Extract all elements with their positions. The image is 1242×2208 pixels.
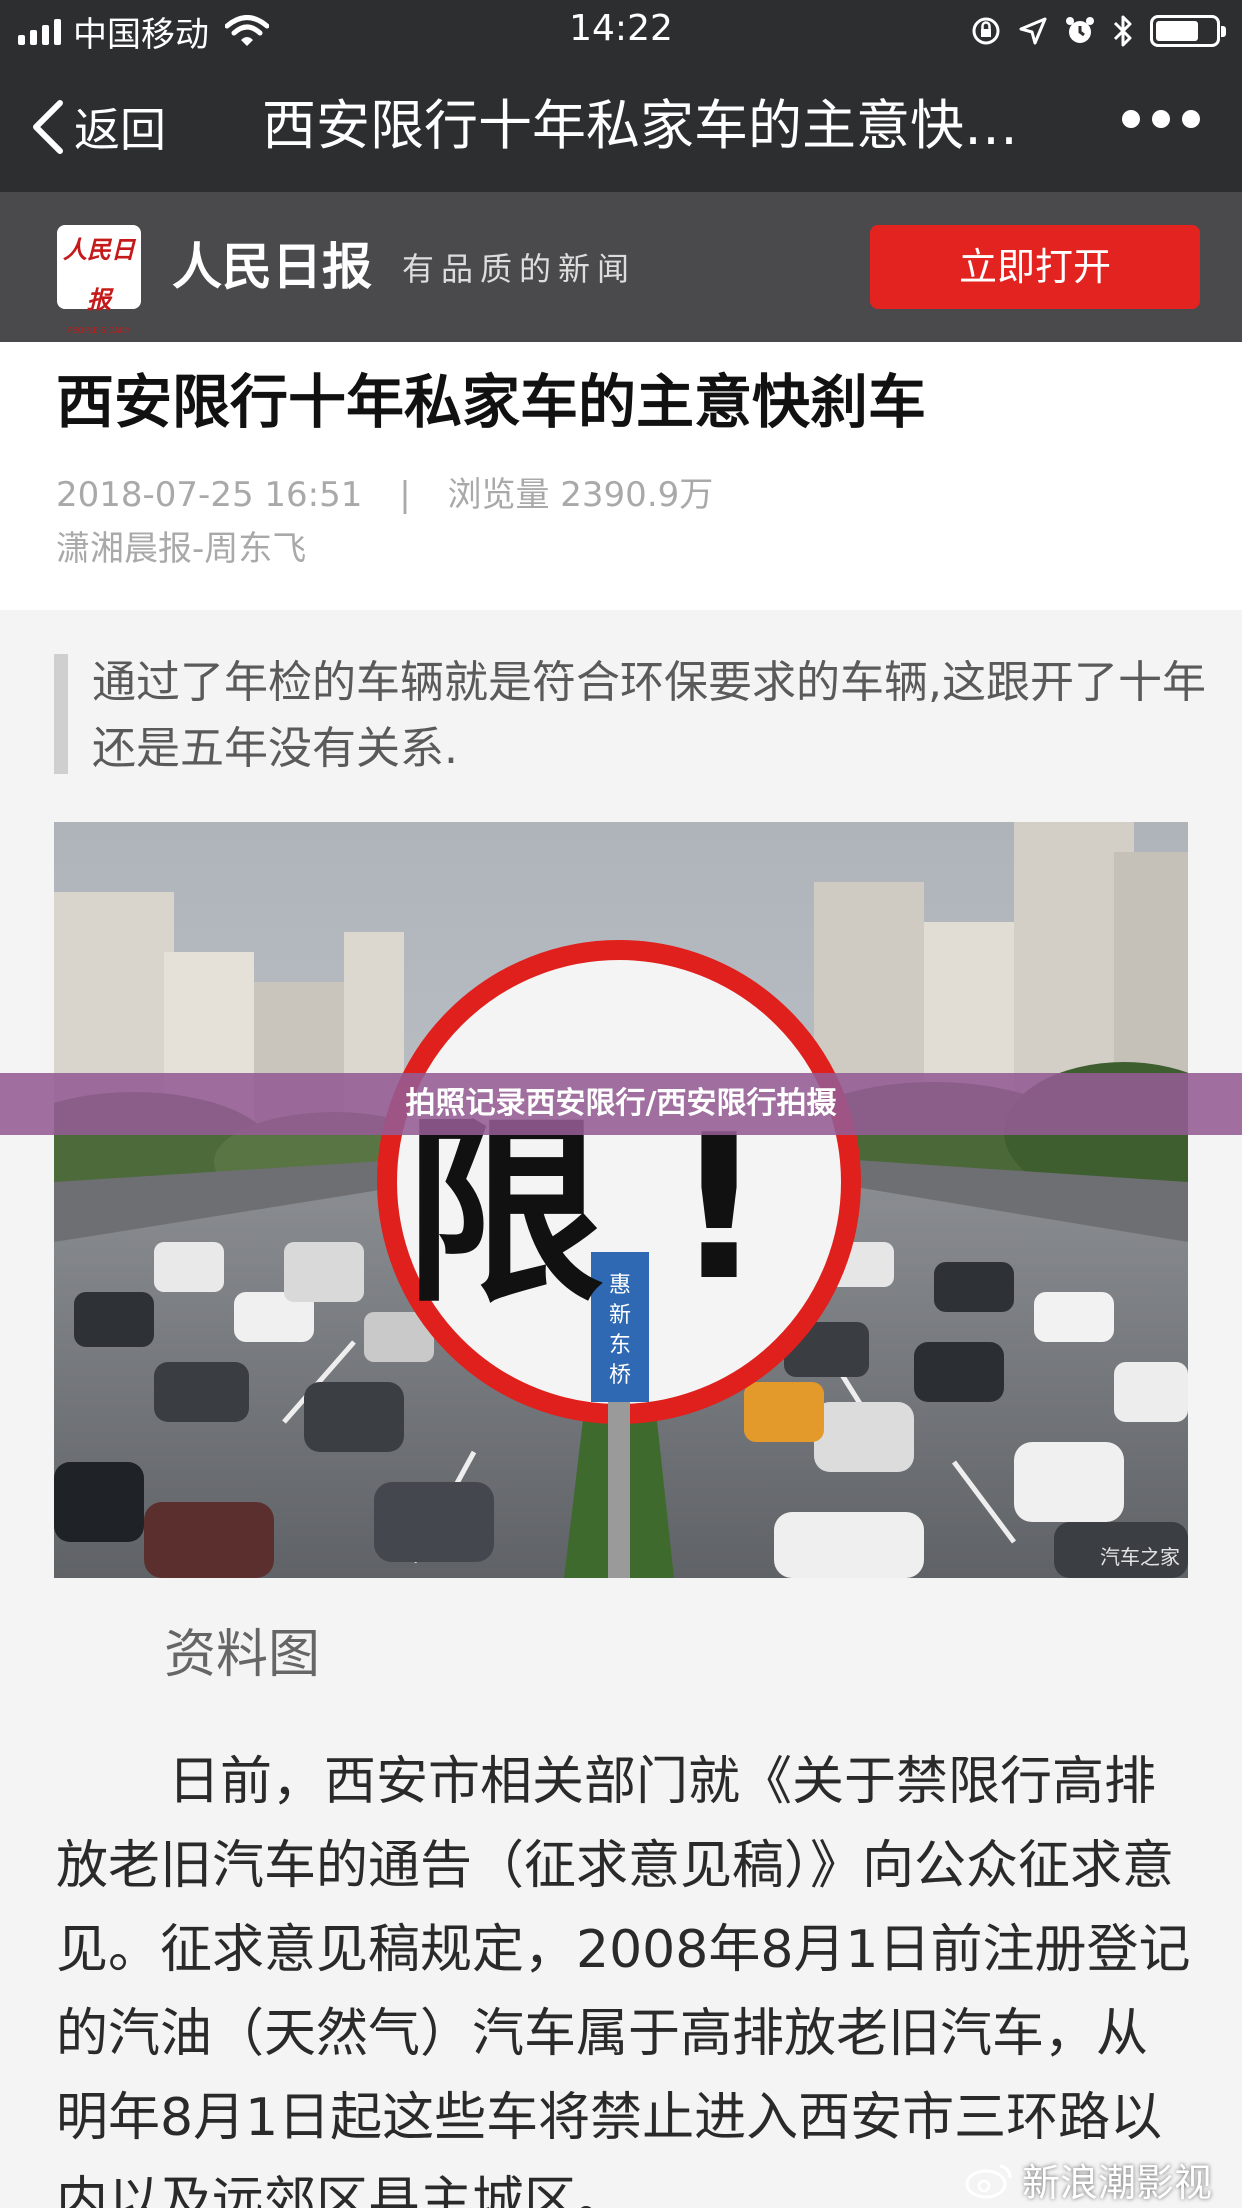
traffic-photo: 惠 新 东 桥 限 ! <box>54 822 1188 1578</box>
status-bar: 中国移动 14:22 <box>0 0 1242 62</box>
dot-icon <box>1182 110 1200 128</box>
logo-subtext: PEOPLE'S DAILY <box>67 326 131 335</box>
open-app-button[interactable]: 立即打开 <box>870 225 1200 309</box>
overlay-caption: 拍照记录西安限行/西安限行拍摄 <box>0 1073 1242 1135</box>
rotation-lock-icon <box>972 17 1000 45</box>
nav-bar: 返回 西安限行十年私家车的主意快… <box>0 62 1242 192</box>
more-button[interactable] <box>1122 110 1200 128</box>
article-title: 西安限行十年私家车的主意快刹车 <box>56 368 927 436</box>
article-meta: 2018-07-25 16:51 | 浏览量 2390.9万 <box>56 470 713 520</box>
dot-icon <box>1152 110 1170 128</box>
article-date: 2018-07-25 16:51 <box>56 475 363 515</box>
battery-fill <box>1156 21 1198 41</box>
road-sign-char: 东 <box>609 1333 631 1358</box>
brand-name: 人民日报 <box>172 237 372 296</box>
back-button[interactable]: 返回 <box>28 92 166 162</box>
back-label: 返回 <box>74 103 166 157</box>
quote-text: 通过了年检的车辆就是符合环保要求的车辆,这跟开了十年还是五年没有关系. <box>92 657 1206 774</box>
app-logo: 人民日报 PEOPLE'S DAILY <box>57 225 141 335</box>
image-caption: 资料图 <box>164 1625 321 1685</box>
chevron-left-icon <box>33 100 63 154</box>
alarm-icon <box>1066 17 1094 43</box>
page-title: 西安限行十年私家车的主意快… <box>262 94 1018 157</box>
dot-icon <box>1122 110 1140 128</box>
overlay-caption-text: 拍照记录西安限行/西安限行拍摄 <box>405 1086 837 1121</box>
weibo-watermark-text: 新浪潮影视 <box>1021 2161 1212 2205</box>
article-image[interactable]: 惠 新 东 桥 限 ! 汽车之家 <box>54 822 1188 1578</box>
weibo-icon <box>965 2164 1012 2198</box>
location-icon <box>1019 17 1047 45</box>
brand-slogan: 有品质的新闻 <box>402 250 637 288</box>
body-paragraph: 日前，西安市相关部门就《关于禁限行高排放老旧汽车的通告（征求意见稿）》向公众征求… <box>56 1752 1191 2208</box>
meta-separator: | <box>399 475 411 515</box>
battery-icon <box>1150 15 1226 47</box>
road-sign-char: 桥 <box>609 1363 631 1388</box>
photo-watermark: 汽车之家 <box>1100 1545 1180 1569</box>
article-views: 浏览量 2390.9万 <box>447 475 714 515</box>
status-right <box>970 10 1226 52</box>
road-sign-char: 新 <box>609 1303 631 1328</box>
weibo-watermark: 新浪潮影视 <box>964 2152 1212 2207</box>
app-banner: 人民日报 PEOPLE'S DAILY 人民日报 有品质的新闻 立即打开 <box>0 192 1242 342</box>
road-sign-char: 惠 <box>609 1273 631 1298</box>
bluetooth-icon <box>1113 15 1132 47</box>
quote-bar <box>54 654 68 774</box>
logo-text: 人民日报 <box>63 235 135 314</box>
article-header: 西安限行十年私家车的主意快刹车 2018-07-25 16:51 | 浏览量 2… <box>0 342 1242 610</box>
article-author: 潇湘晨报-周东飞 <box>56 529 307 569</box>
article-body: 日前，西安市相关部门就《关于禁限行高排放老旧汽车的通告（征求意见稿）》向公众征求… <box>56 1740 1196 2208</box>
article-quote: 通过了年检的车辆就是符合环保要求的车辆,这跟开了十年还是五年没有关系. <box>54 650 1214 782</box>
